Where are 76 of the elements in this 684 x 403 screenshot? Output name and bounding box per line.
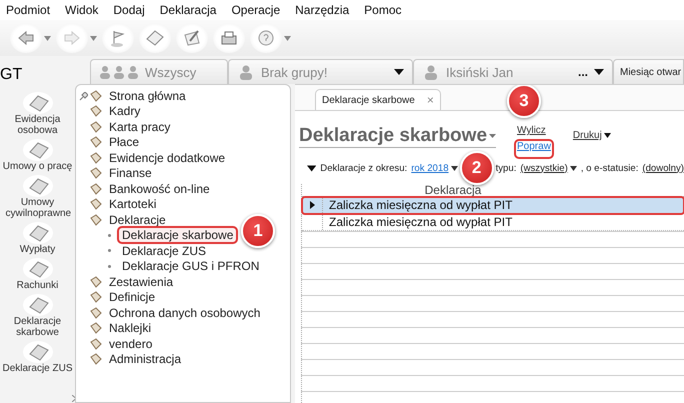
- context-tab[interactable]: Iksiński Jan ...: [413, 59, 613, 84]
- menu-item[interactable]: Operacje: [231, 3, 280, 17]
- table-row[interactable]: Zaliczka miesięczna od wypłat PIT: [302, 214, 684, 231]
- logo: GT: [0, 66, 24, 84]
- caret-icon: [570, 166, 577, 170]
- type-dropdown[interactable]: (wszystkie): [520, 162, 577, 174]
- help-icon: [256, 29, 276, 47]
- tree-item[interactable]: Naklejki: [106, 321, 154, 336]
- filter-label: Deklaracje z okresu:: [320, 162, 408, 174]
- caret-icon: [604, 133, 611, 138]
- collapse-icon: [307, 164, 316, 172]
- table-row[interactable]: Zaliczka miesięczna od wypłat PIT: [302, 197, 684, 214]
- people-icon: [99, 64, 139, 80]
- callout-badge: 2: [460, 151, 494, 185]
- menu-item[interactable]: Narzędzia: [295, 3, 350, 17]
- action-link[interactable]: Popraw: [516, 141, 552, 157]
- caret-icon: [90, 36, 97, 40]
- caret-icon: [394, 69, 404, 75]
- tree-item[interactable]: Kartoteki: [106, 197, 160, 212]
- bullet-icon: [108, 264, 111, 268]
- caret-icon: [44, 36, 51, 40]
- menu-item[interactable]: Widok: [65, 3, 98, 17]
- tree-item[interactable]: Deklaracje: [106, 212, 169, 227]
- module-item[interactable]: Umowy o pracę: [2, 161, 72, 172]
- column-header[interactable]: Deklaracja: [302, 184, 684, 197]
- tree-item[interactable]: Definicje: [106, 290, 158, 304]
- tree-item[interactable]: Bankowość on-line: [106, 182, 213, 196]
- document-tab[interactable]: Deklaracje skarbowe ×: [315, 89, 441, 110]
- tree-item[interactable]: Finanse: [106, 166, 155, 180]
- action-link[interactable]: Wylicz: [516, 125, 552, 141]
- bullet-icon: [108, 234, 111, 237]
- arrow-left-icon: [16, 29, 36, 47]
- page-title[interactable]: Deklaracje skarbowe: [299, 125, 496, 148]
- arrow-right-icon: [62, 29, 82, 47]
- person-icon: [237, 64, 255, 80]
- menu-item[interactable]: Podmiot: [6, 3, 50, 17]
- caret-icon: [594, 69, 604, 75]
- pin-icon: [79, 92, 88, 101]
- close-button[interactable]: ×: [426, 95, 434, 105]
- month-selector[interactable]: Miesiąc otwar: [613, 59, 684, 84]
- callout-badge: 3: [507, 85, 541, 118]
- tree-item[interactable]: Ewidencje dodatkowe: [106, 150, 228, 165]
- status-dropdown[interactable]: (dowolny): [642, 162, 684, 174]
- table-cell-text: Zaliczka miesięczna od wypłat PIT: [328, 198, 512, 212]
- period-dropdown[interactable]: rok 2018: [411, 162, 458, 174]
- tree-item[interactable]: Zestawienia: [106, 274, 176, 289]
- row-pointer-icon: [310, 201, 314, 209]
- tree-item[interactable]: Kadry: [106, 104, 144, 118]
- tree-item[interactable]: Administracja: [106, 352, 184, 366]
- tree-item[interactable]: Deklaracje ZUS: [119, 244, 210, 258]
- bullet-icon: [108, 249, 111, 252]
- module-item[interactable]: Rachunki: [16, 280, 58, 291]
- menu-item[interactable]: Pomoc: [364, 3, 402, 17]
- menu-item[interactable]: Dodaj: [113, 3, 145, 17]
- callout-badge: 1: [241, 214, 275, 248]
- tree-item[interactable]: Karta pracy: [106, 120, 174, 134]
- brush-icon: [182, 29, 202, 47]
- module-item[interactable]: Umowy cywilnoprawne: [6, 197, 70, 219]
- tree-item[interactable]: Strona główna: [106, 88, 189, 103]
- tree-item[interactable]: Deklaracje GUS i PFRON: [119, 259, 262, 274]
- tree-item[interactable]: Deklaracje skarbowe: [119, 228, 236, 242]
- table-cell-text: Zaliczka miesięczna od wypłat PIT: [328, 215, 512, 229]
- tree-item[interactable]: Płace: [106, 135, 142, 150]
- print-menu[interactable]: Drukuj: [572, 130, 612, 141]
- person-icon: [422, 64, 440, 80]
- module-item[interactable]: Deklaracje ZUS: [2, 363, 73, 374]
- filter-label: typu:: [496, 162, 516, 174]
- filter-label: , o e-statusie:: [580, 162, 638, 174]
- tree-item[interactable]: Ochrona danych osobowych: [106, 306, 264, 320]
- caret-icon: [284, 36, 291, 40]
- printer-icon: [219, 29, 239, 47]
- caret-icon: [450, 166, 458, 170]
- caret-icon: [489, 134, 496, 138]
- tree-item[interactable]: vendero: [106, 336, 156, 351]
- menu-item[interactable]: Deklaracja: [160, 3, 216, 17]
- module-item[interactable]: Wypłaty: [20, 244, 56, 255]
